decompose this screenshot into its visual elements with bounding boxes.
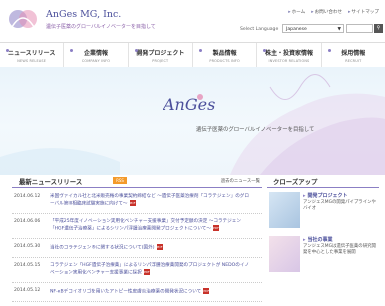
arrow-icon: ▸: [303, 237, 306, 243]
nav-sublabel: INVESTOR RELATIONS: [268, 59, 310, 63]
news-item: 2014.06.06 「平成25年度イノベーション実用化ベンチャー支援事業」交付…: [12, 218, 262, 239]
nav-item-project[interactable]: 開発プロジェクト PROJECT: [129, 43, 193, 67]
hero-decoration: [0, 74, 385, 175]
hero-tagline: 遺伝子医薬のグローバルイノベーターを目指して: [196, 127, 315, 133]
news-link[interactable]: 米国ヴァイカル社と北米販売権の事業契約締結など ～遺伝子医薬治療剤「コラテジェン…: [50, 194, 250, 208]
closeup-section-header: クローズアップ: [267, 176, 379, 188]
site-header: AnGes MG, Inc. 遺伝子医薬のグローバルイノベーターを目指して ▸ホ…: [0, 0, 385, 40]
news-date: 2014.06.06: [14, 219, 41, 224]
nav-sublabel: PRODUCTS INFO: [209, 59, 240, 63]
company-name[interactable]: AnGes MG, Inc.: [46, 9, 121, 20]
news-item: 2014.06.12 米国ヴァイカル社と北米販売権の事業契約締結など ～遺伝子医…: [12, 193, 262, 214]
news-item: 2014.05.30 当社のコラテジェン®に関する状況について(国外) PDF: [12, 243, 262, 258]
news-link[interactable]: NF-κBデコイオリゴを用いたアトピー性皮膚炎治療薬の開発状況について PDF: [50, 288, 250, 296]
nav-item-company[interactable]: 企業情報 COMPANY INFO: [64, 43, 129, 67]
nav-item-products[interactable]: 製品情報 PRODUCTS INFO: [193, 43, 258, 67]
card-heading[interactable]: ▸ 開発プロジェクト: [303, 192, 348, 199]
news-link[interactable]: コラテジェン「HGF遺伝子治療薬」によるリンパ浮腫治療薬開発のプロジェクトが N…: [50, 263, 250, 277]
arrow-icon: ▸: [311, 10, 314, 15]
pdf-icon[interactable]: PDF: [212, 225, 219, 232]
closeup-card-project[interactable]: ▸ 開発プロジェクト アンジェスMGの開発パイプラインやバイオ: [267, 192, 379, 232]
project-thumbnail[interactable]: [269, 192, 300, 228]
card-description: アンジェスMGは遺伝子医薬の研究開発を中心とした事業を展開: [303, 244, 376, 256]
news-link[interactable]: 「平成25年度イノベーション実用化ベンチャー支援事業」交付予定額の決定 ～コラテ…: [50, 219, 250, 233]
news-date: 2014.05.15: [14, 263, 41, 268]
card-description: アンジェスMGの開発パイプラインやバイオ: [303, 200, 376, 212]
arrow-icon: ▸: [288, 10, 291, 15]
chevron-down-icon: ▼: [337, 27, 341, 32]
language-value: Japanese: [286, 27, 307, 32]
nav-label: 企業情報: [83, 50, 108, 57]
bullet-icon: [327, 49, 331, 52]
arrow-icon: ▸: [303, 193, 306, 199]
nav-label: 製品情報: [212, 50, 237, 57]
search-icon: ⚲: [376, 25, 381, 31]
nav-item-recruit[interactable]: 採用情報 RECRUIT: [322, 43, 385, 67]
nav-sublabel: PROJECT: [152, 59, 169, 63]
nav-sublabel: COMPANY INFO: [81, 59, 111, 63]
search-button[interactable]: ⚲: [374, 24, 383, 33]
company-tagline: 遺伝子医薬のグローバルイノベーターを目指して: [46, 24, 156, 30]
bullet-icon: [134, 49, 138, 52]
pdf-icon[interactable]: PDF: [156, 244, 163, 250]
nav-label: 採用情報: [341, 50, 366, 57]
business-thumbnail[interactable]: [269, 236, 300, 272]
nav-label: ニュースリリース: [7, 50, 56, 57]
bullet-icon: [6, 49, 9, 52]
hero-logo: AnGes: [163, 94, 215, 114]
nav-item-investor[interactable]: 株主・投資家情報 INVESTOR RELATIONS: [257, 43, 322, 67]
news-link[interactable]: 当社のコラテジェン®に関する状況について(国外) PDF: [50, 244, 250, 252]
pdf-icon[interactable]: PDF: [129, 200, 136, 207]
nav-label: 株主・投資家情報: [264, 50, 313, 57]
closeup-title: クローズアップ: [273, 178, 318, 186]
news-item: 2014.05.15 コラテジェン「HGF遺伝子治療薬」によるリンパ浮腫治療薬開…: [12, 262, 262, 283]
pdf-icon[interactable]: PDF: [143, 269, 150, 276]
svg-text:AnGes: AnGes: [163, 95, 215, 114]
bullet-icon: [198, 49, 202, 52]
language-select[interactable]: Japanese ▼: [282, 24, 344, 33]
top-link-home[interactable]: ▸ホーム: [288, 9, 305, 15]
news-date: 2014.06.12: [14, 194, 41, 199]
news-date: 2014.05.12: [14, 288, 41, 293]
top-link-sitemap[interactable]: ▸サイトマップ: [348, 9, 379, 15]
news-archive-link[interactable]: 過去のニュース一覧: [221, 178, 260, 184]
news-list: 2014.06.12 米国ヴァイカル社と北米販売権の事業契約締結など ～遺伝子医…: [12, 193, 262, 306]
news-title: 最新ニュースリリース: [19, 178, 83, 186]
nav-sublabel: NEWS RELEASE: [17, 59, 47, 63]
closeup-card-business[interactable]: ▸ 当社の事業 アンジェスMGは遺伝子医薬の研究開発を中心とした事業を展開: [267, 236, 379, 292]
pdf-icon[interactable]: PDF: [203, 288, 210, 294]
main-nav: ニュースリリース NEWS RELEASE 企業情報 COMPANY INFO …: [0, 42, 385, 68]
news-date: 2014.05.30: [14, 244, 41, 249]
nav-label: 開発プロジェクト: [136, 50, 185, 57]
card-heading[interactable]: ▸ 当社の事業: [303, 236, 333, 243]
rss-icon[interactable]: RSS: [113, 177, 127, 184]
nav-item-news[interactable]: ニュースリリース NEWS RELEASE: [0, 43, 65, 67]
top-links: ▸ホーム ▸お問い合わせ ▸サイトマップ: [288, 9, 379, 15]
hero-banner: AnGes 遺伝子医薬のグローバルイノベーターを目指して: [0, 67, 385, 175]
news-section-header: 最新ニュースリリース RSS 過去のニュース一覧: [12, 176, 262, 188]
anges-logo-icon[interactable]: [6, 5, 40, 35]
top-link-contact[interactable]: ▸お問い合わせ: [311, 9, 342, 15]
search-input[interactable]: [346, 24, 373, 33]
language-label: Select Language: [240, 27, 279, 32]
nav-sublabel: RECRUIT: [345, 59, 362, 63]
